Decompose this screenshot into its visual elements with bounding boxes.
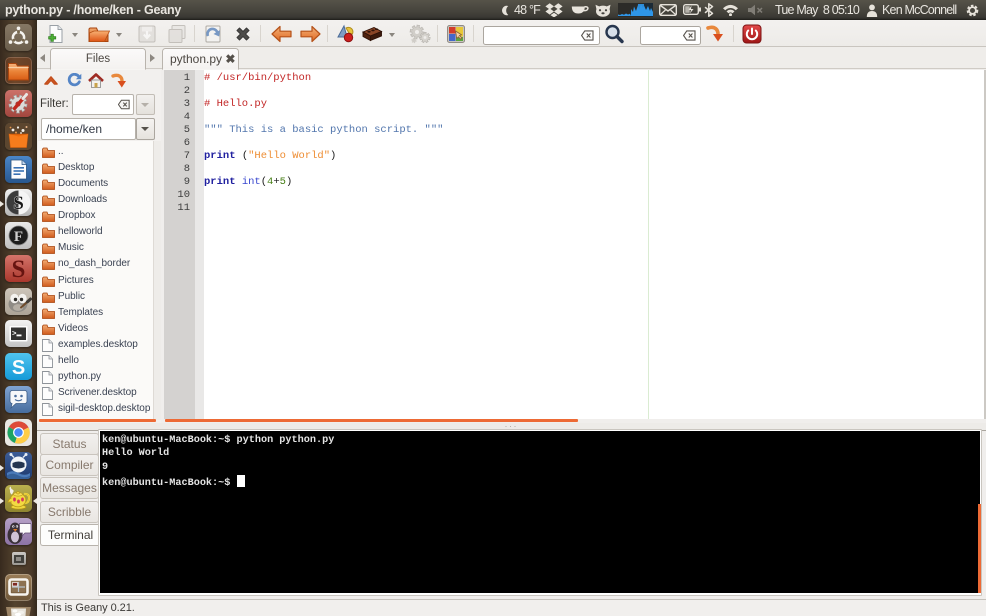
svg-text:S: S — [13, 193, 24, 214]
svg-text:>: > — [12, 331, 17, 339]
svg-text:F: F — [14, 229, 23, 245]
svg-text:S: S — [12, 256, 26, 282]
svg-text:S: S — [12, 357, 25, 379]
